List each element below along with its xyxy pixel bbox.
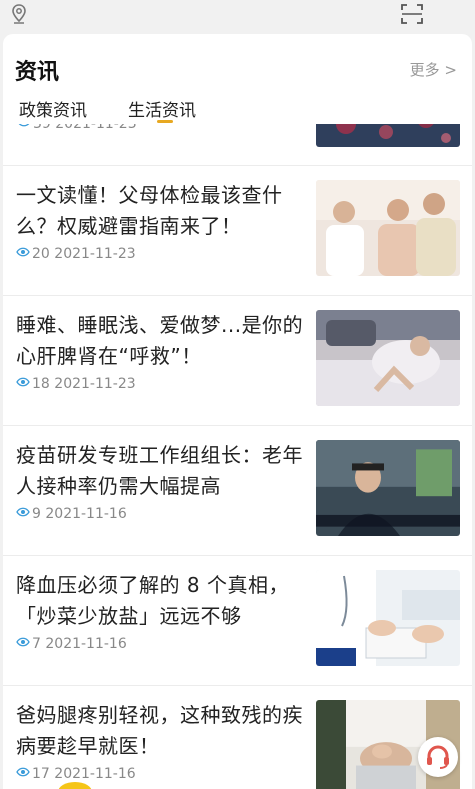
article-thumbnail [316,180,460,276]
article-thumbnail [316,310,460,406]
article-thumbnail [316,570,460,666]
article-title: 降血压必须了解的 8 个真相，「炒菜少放盐」远远不够 [16,573,289,628]
article-thumbnail [316,440,460,536]
eye-icon [16,247,30,257]
eye-icon [16,507,30,517]
active-tab-indicator [157,120,173,123]
article-meta: 20 2021-11-23 [16,246,136,262]
article-meta: 9 2021-11-16 [16,506,127,522]
article-title: 一文读懂！父母体检最该查什么？权威避雷指南来了！ [16,183,283,238]
news-card: 资讯 更多 > 政策资讯 生活资讯 39 2021-11-23 一文读懂！父母体… [3,34,472,789]
support-button[interactable] [418,737,458,777]
tab-life-news[interactable]: 生活资讯 [128,96,196,121]
article-thumbnail [316,124,460,147]
article-list: 39 2021-11-23 一文读懂！父母体检最该查什么？权威避雷指南来了！ 2… [3,124,472,789]
list-item-partial[interactable]: 39 2021-11-23 [3,124,472,166]
news-tabs: 政策资讯 生活资讯 [3,94,472,124]
eye-icon [16,767,30,777]
list-item[interactable]: 睡难、睡眠浅、爱做梦...是你的心肝脾肾在“呼救”！ 18 2021-11-23 [3,296,472,426]
article-meta: 39 2021-11-23 [17,124,137,132]
location-pin-icon[interactable] [10,3,28,25]
article-title: 爸妈腿疼别轻视，这种致残的疾病要趁早就医！ [16,703,303,758]
list-item[interactable]: 爸妈腿疼别轻视，这种致残的疾病要趁早就医！ 17 2021-11-16 [3,686,472,789]
headset-support-icon [427,745,449,769]
eye-icon [18,124,30,127]
tab-policy-news[interactable]: 政策资讯 [19,96,87,121]
list-item[interactable]: 降血压必须了解的 8 个真相，「炒菜少放盐」远远不够 7 2021-11-16 [3,556,472,686]
top-bar [0,0,475,34]
eye-icon [16,377,30,387]
list-item[interactable]: 疫苗研发专班工作组组长：老年人接种率仍需大幅提高 9 2021-11-16 [3,426,472,556]
article-meta: 17 2021-11-16 [16,766,136,782]
list-item[interactable]: 一文读懂！父母体检最该查什么？权威避雷指南来了！ 20 2021-11-23 [3,166,472,296]
scan-icon[interactable] [400,2,424,26]
article-title: 睡难、睡眠浅、爱做梦...是你的心肝脾肾在“呼救”！ [16,313,304,368]
section-title: 资讯 [15,60,60,85]
more-link[interactable]: 更多 > [410,59,457,80]
article-meta: 7 2021-11-16 [16,636,127,652]
article-title: 疫苗研发专班工作组组长：老年人接种率仍需大幅提高 [16,443,303,498]
eye-icon [16,637,30,647]
article-meta: 18 2021-11-23 [16,376,136,392]
